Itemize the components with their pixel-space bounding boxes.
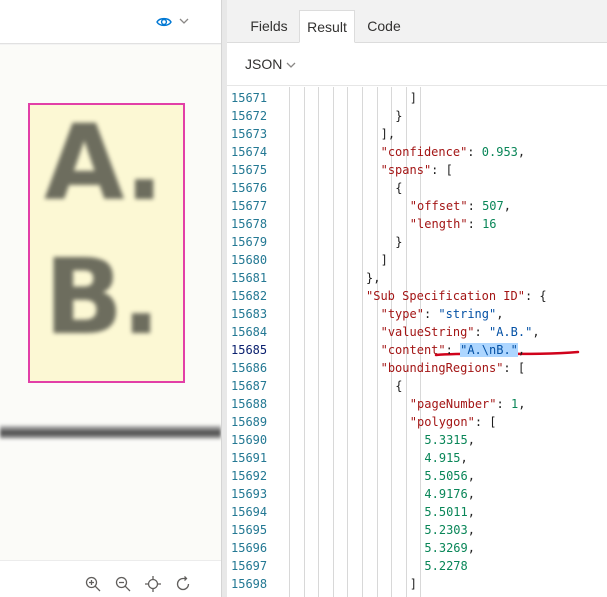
code-line: ], (380, 127, 396, 141)
code-line: ] (409, 91, 418, 105)
line-number: 15697 (231, 559, 268, 573)
line-number: 15698 (231, 577, 268, 591)
document-horizontal-rule (0, 425, 221, 439)
line-number: 15674 (231, 145, 268, 159)
line-number: 15681 (231, 271, 268, 285)
results-panel: Fields Result Code JSON 15671 15672 15673 1… (227, 0, 607, 597)
zoom-toolbar (0, 560, 221, 597)
indent-guide (362, 87, 363, 597)
code-line: "Sub Specification ID": { (366, 289, 547, 303)
code-line: ] (380, 253, 388, 267)
code-line: "pageNumber": 1, (409, 397, 526, 411)
code-line: "confidence": 0.953, (380, 145, 526, 159)
line-number-gutter: 15671 15672 15673 15674 15675 15676 15677 15678… (227, 87, 279, 597)
line-number: 15671 (231, 91, 268, 105)
tab-bar: Fields Result Code (227, 0, 607, 43)
line-number: 15684 (231, 325, 268, 339)
line-number: 15695 (231, 523, 268, 537)
document-viewer: A. B. (0, 0, 221, 597)
code-line: 4.915, (424, 451, 468, 465)
code-line: { (395, 379, 403, 393)
indent-guide (347, 87, 349, 597)
line-number: 15693 (231, 487, 268, 501)
line-number: 15682 (231, 289, 268, 303)
line-number: 15688 (231, 397, 268, 411)
code-line: "offset": 507, (409, 199, 511, 213)
field-highlight-box[interactable]: A. B. (28, 103, 185, 383)
line-number: 15694 (231, 505, 268, 519)
chevron-down-icon[interactable] (178, 15, 190, 27)
tab-result[interactable]: Result (299, 10, 355, 43)
line-number: 15686 (231, 361, 268, 375)
format-dropdown[interactable]: JSON (245, 56, 282, 72)
code-line: 5.3315, (424, 433, 475, 447)
code-line: 5.3269, (424, 541, 475, 555)
format-bar: JSON (227, 44, 607, 86)
indent-guide (303, 87, 305, 597)
line-number: 15680 (231, 253, 268, 267)
rotate-icon[interactable] (174, 575, 192, 593)
code-line: ] (409, 577, 418, 591)
line-number: 15690 (231, 433, 268, 447)
viewer-toolbar (0, 0, 221, 44)
line-number: 15689 (231, 415, 268, 429)
line-number: 15691 (231, 451, 268, 465)
tab-fields[interactable]: Fields (241, 10, 297, 43)
code-line: 5.5056, (424, 469, 475, 483)
line-number: 15699 (231, 593, 267, 597)
document-page: A. B. (0, 45, 221, 560)
eye-icon[interactable] (156, 14, 172, 30)
code-line: "boundingRegions": [ (380, 361, 526, 375)
code-line: 4.9176, (424, 487, 475, 501)
document-text-a: A. (44, 102, 164, 224)
indent-guide (289, 87, 290, 597)
line-number: 15687 (231, 379, 268, 393)
fit-to-page-icon[interactable] (144, 575, 162, 593)
indent-guide (376, 87, 378, 597)
indent-guide (332, 87, 334, 597)
line-number: 15672 (231, 109, 268, 123)
code-line: 5.2303, (424, 523, 475, 537)
line-number: 15675 (231, 163, 268, 177)
code-line: "spans": [ (380, 163, 453, 177)
tab-code[interactable]: Code (359, 10, 409, 43)
code-line: } (395, 109, 403, 123)
code-line: "type": "string", (380, 307, 504, 321)
line-number: 15673 (231, 127, 268, 141)
code-line: "content": "A.\nB.", (380, 343, 526, 357)
code-line: }, (366, 271, 381, 285)
line-number: 15677 (231, 199, 268, 213)
line-number: 15678 (231, 217, 268, 231)
line-number: 15685 (231, 343, 268, 357)
code-line: "polygon": [ (409, 415, 497, 429)
code-line: { (395, 181, 403, 195)
line-number: 15679 (231, 235, 268, 249)
code-line: 5.5011, (424, 505, 475, 519)
code-line: } (395, 235, 403, 249)
chevron-down-icon[interactable] (285, 59, 297, 71)
code-line: 5.2278 (424, 559, 468, 573)
line-number: 15683 (231, 307, 268, 321)
json-code-view[interactable]: 15671 15672 15673 15674 15675 15676 15677 15678… (227, 87, 607, 597)
code-line: "length": 16 (409, 217, 497, 231)
zoom-out-icon[interactable] (114, 575, 132, 593)
line-number: 15676 (231, 181, 268, 195)
code-line: "valueString": "A.B.", (380, 325, 540, 339)
zoom-in-icon[interactable] (84, 575, 102, 593)
line-number: 15696 (231, 541, 268, 555)
line-number: 15692 (231, 469, 268, 483)
document-text-b: B. (44, 236, 161, 358)
indent-guide (318, 87, 320, 597)
